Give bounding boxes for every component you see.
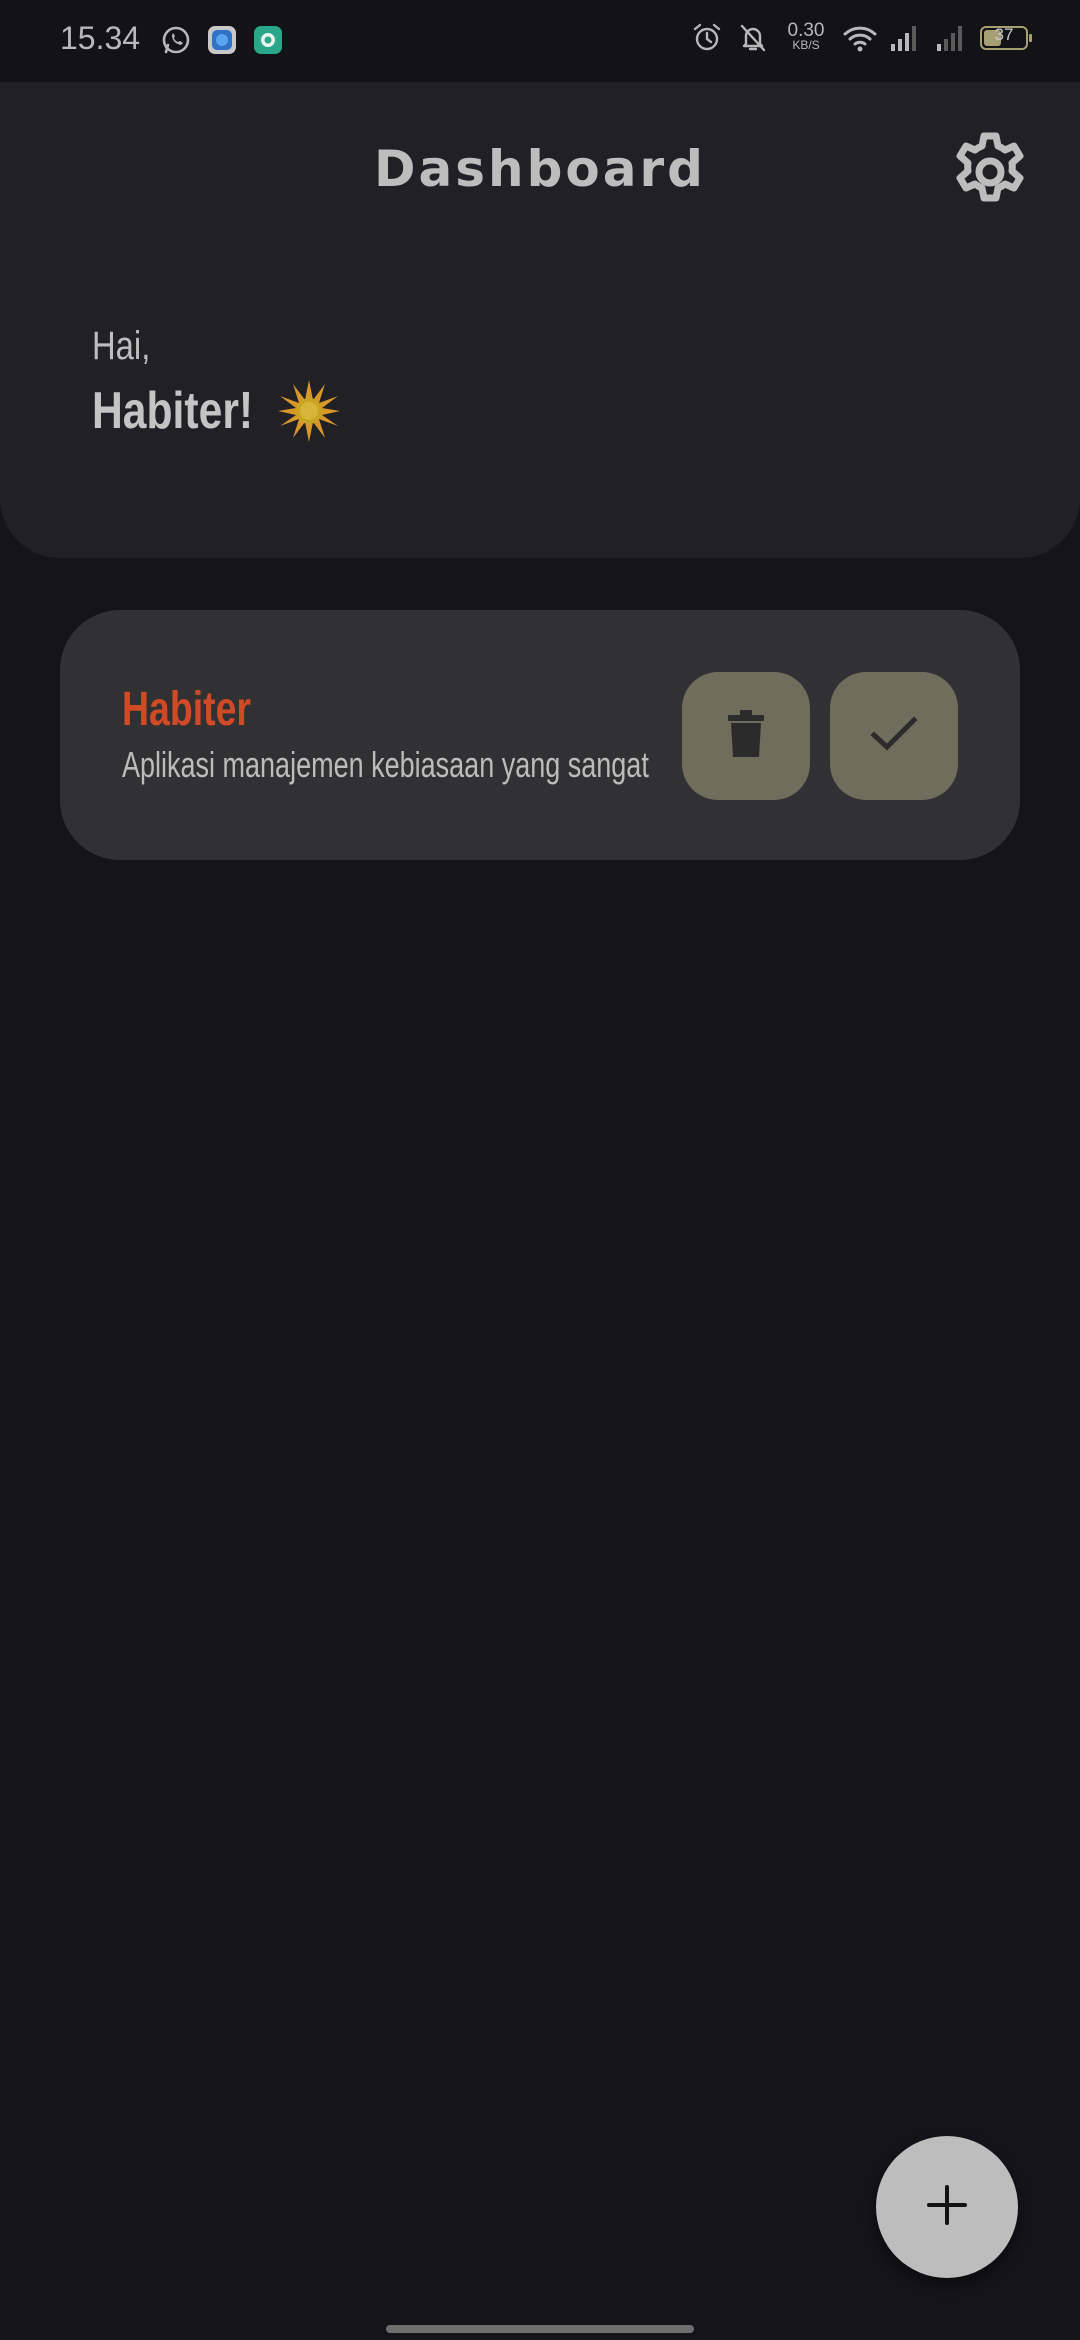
add-habit-button[interactable] [876, 2136, 1018, 2278]
status-bar: 15.34 0.30 KB/S 37 [0, 0, 1080, 82]
check-icon [870, 714, 918, 758]
whatsapp-icon [160, 24, 192, 56]
status-time: 15.34 [60, 20, 141, 56]
bell-off-icon [738, 22, 770, 54]
greeting-hi: Hai, [92, 324, 151, 368]
header-panel: Dashboard Hai, Habiter! [0, 82, 1080, 558]
battery-icon: 37 [980, 25, 1032, 50]
delete-habit-button[interactable] [682, 672, 810, 800]
habit-card[interactable]: Habiter Aplikasi manajemen kebiasaan yan… [60, 610, 1020, 860]
greeting-name-row: Habiter! [92, 378, 342, 444]
page-title: Dashboard [374, 140, 706, 198]
network-speed-value: 0.30 [787, 20, 825, 41]
network-speed: 0.30 KB/S [784, 20, 828, 53]
habit-description: Aplikasi manajemen kebiasaan yang sangat [122, 744, 649, 785]
signal-weak-icon [934, 22, 966, 54]
signal-icon [888, 22, 920, 54]
gear-icon [948, 130, 1032, 218]
plus-icon [925, 2183, 969, 2231]
wifi-icon [842, 22, 877, 54]
battery-level: 37 [994, 25, 1014, 44]
trash-icon [726, 709, 766, 763]
system-status-icons: 0.30 KB/S 37 [692, 20, 1032, 54]
alarm-icon [692, 22, 724, 54]
notification-icons [160, 24, 284, 56]
complete-habit-button[interactable] [830, 672, 958, 800]
sun-icon [276, 378, 342, 444]
app-icon-teal [252, 24, 284, 56]
app-icon-blue [206, 24, 238, 56]
habit-title: Habiter [122, 683, 251, 736]
greeting-name: Habiter! [92, 382, 254, 440]
home-indicator[interactable] [386, 2325, 694, 2333]
settings-button[interactable] [948, 132, 1032, 216]
